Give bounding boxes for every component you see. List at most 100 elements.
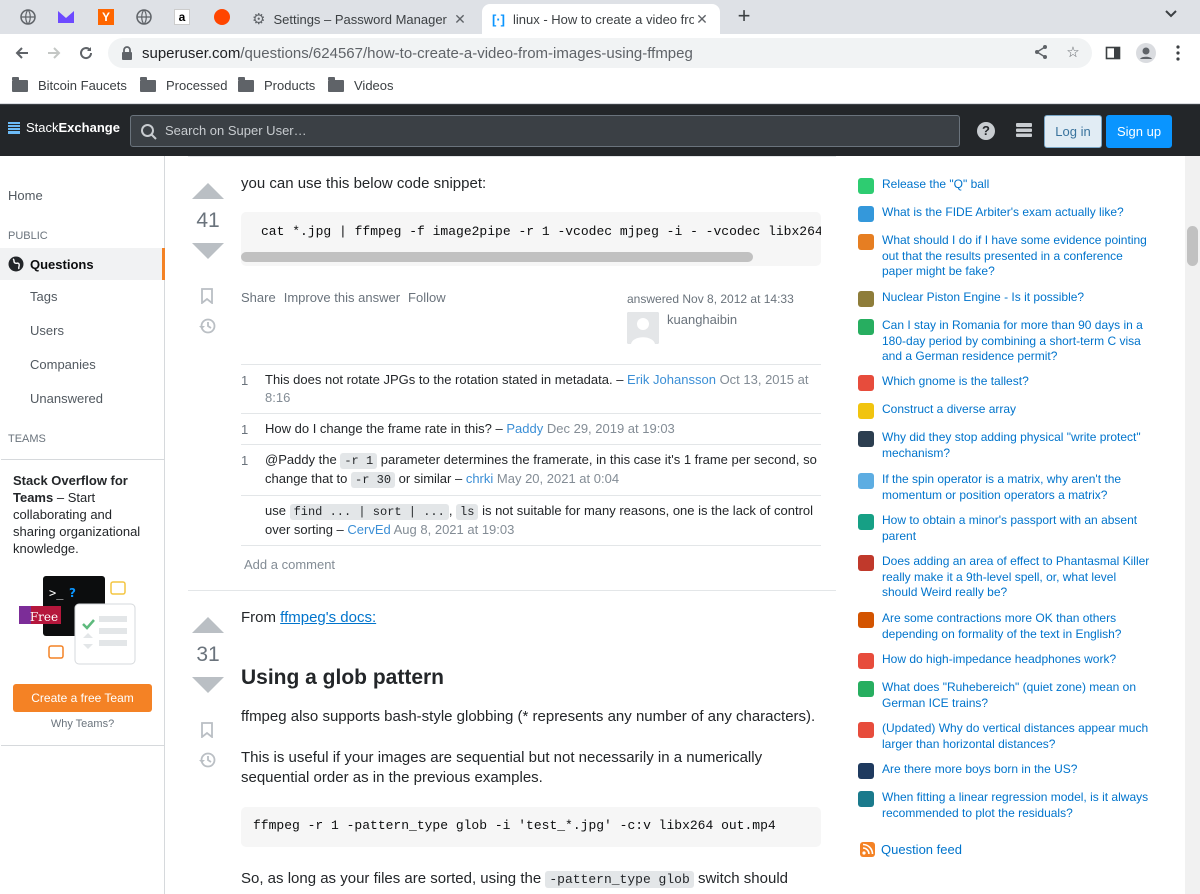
answer-2-code[interactable]: ffmpeg -r 1 -pattern_type glob -i 'test_… <box>241 807 821 847</box>
hot-question-item[interactable]: Does adding an area of effect to Phantas… <box>858 554 1154 601</box>
history-icon[interactable] <box>198 751 216 769</box>
hot-question-item[interactable]: How do high-impedance headphones work? <box>858 652 1154 669</box>
downvote-arrow-icon[interactable] <box>192 677 224 693</box>
nav-unanswered[interactable]: Unanswered <box>30 391 103 406</box>
hot-question-item[interactable]: Can I stay in Romania for more than 90 d… <box>858 318 1154 365</box>
history-icon[interactable] <box>198 317 216 335</box>
globe-icon[interactable] <box>134 7 154 27</box>
hot-question-title[interactable]: When fitting a linear regression model, … <box>882 790 1154 821</box>
stackexchange-logo[interactable]: Stack Exchange <box>8 120 120 135</box>
hot-question-title[interactable]: How do high-impedance headphones work? <box>882 652 1116 669</box>
signup-button[interactable]: Sign up <box>1106 115 1172 148</box>
lock-icon[interactable] <box>120 45 134 61</box>
user-name[interactable]: kuanghaibin <box>667 312 737 327</box>
star-icon[interactable]: ☆ <box>1064 44 1082 62</box>
why-teams-link[interactable]: Why Teams? <box>1 718 164 730</box>
new-tab-button[interactable]: + <box>732 5 756 29</box>
hot-question-item[interactable]: What should I do if I have some evidence… <box>858 233 1154 280</box>
help-icon[interactable]: ? <box>977 122 995 140</box>
comment-user[interactable]: Erik Johansson <box>627 372 716 387</box>
hot-question-item[interactable]: How to obtain a minor's passport with an… <box>858 513 1154 544</box>
bookmark-icon[interactable] <box>201 288 213 304</box>
tab-superuser[interactable]: [·] linux - How to create a video fro ✕ <box>482 4 720 34</box>
nav-home[interactable]: Home <box>8 188 43 203</box>
hot-question-item[interactable]: Release the "Q" ball <box>858 177 1154 194</box>
chevron-down-icon[interactable] <box>1164 8 1178 22</box>
create-team-button[interactable]: Create a free Team <box>13 684 152 712</box>
hot-question-title[interactable]: What should I do if I have some evidence… <box>882 233 1154 280</box>
tab-password-manager[interactable]: ⚙ Settings – Password Manager ✕ <box>242 4 478 34</box>
hot-question-item[interactable]: Are some contractions more OK than other… <box>858 611 1154 642</box>
address-bar[interactable]: superuser.com/questions/624567/how-to-cr… <box>108 38 1092 68</box>
follow-link[interactable]: Follow <box>408 290 446 305</box>
code-scrollbar[interactable] <box>241 252 753 262</box>
ycombinator-icon[interactable]: Y <box>96 7 116 27</box>
hot-question-title[interactable]: Are there more boys born in the US? <box>882 762 1077 779</box>
hot-question-title[interactable]: (Updated) Why do vertical distances appe… <box>882 721 1154 752</box>
comment-date[interactable]: Dec 29, 2019 at 19:03 <box>547 421 675 436</box>
ffmpeg-docs-link[interactable]: ffmpeg's docs: <box>280 609 376 626</box>
bookmark-processed[interactable]: Processed <box>140 76 227 93</box>
hot-question-item[interactable]: Are there more boys born in the US? <box>858 762 1154 779</box>
hot-question-title[interactable]: What is the FIDE Arbiter's exam actually… <box>882 205 1124 222</box>
hot-question-title[interactable]: Release the "Q" ball <box>882 177 989 194</box>
hot-question-title[interactable]: from the Conservative Party? <box>882 156 1037 159</box>
globe-icon[interactable] <box>18 7 38 27</box>
back-arrow-icon[interactable] <box>9 40 35 66</box>
hot-question-item[interactable]: (Updated) Why do vertical distances appe… <box>858 721 1154 752</box>
hot-question-item[interactable]: Why did they stop adding physical "write… <box>858 430 1154 461</box>
hot-question-item[interactable]: What does "Ruhebereich" (quiet zone) mea… <box>858 680 1154 711</box>
close-icon[interactable]: ✕ <box>694 11 710 28</box>
nav-companies[interactable]: Companies <box>30 357 96 372</box>
add-comment-link[interactable]: Add a comment <box>244 557 335 572</box>
bookmark-bitcoin-faucets[interactable]: Bitcoin Faucets <box>12 76 127 93</box>
profile-avatar-icon[interactable] <box>1133 40 1159 66</box>
site-switcher-icon[interactable] <box>1015 122 1033 138</box>
hot-question-item[interactable]: If the spin operator is a matrix, why ar… <box>858 472 1154 503</box>
bookmark-icon[interactable] <box>201 722 213 738</box>
hot-question-title[interactable]: What does "Ruhebereich" (quiet zone) mea… <box>882 680 1154 711</box>
comment-date[interactable]: Aug 8, 2021 at 19:03 <box>394 522 515 537</box>
comment-user[interactable]: chrki <box>466 471 493 486</box>
upvote-arrow-icon[interactable] <box>192 617 224 633</box>
site-search-input[interactable]: Search on Super User… <box>130 115 960 147</box>
nav-questions[interactable]: Questions <box>8 256 94 272</box>
hot-question-title[interactable]: How to obtain a minor's passport with an… <box>882 513 1154 544</box>
scrollbar-thumb[interactable] <box>1187 226 1198 266</box>
amazon-icon[interactable]: a <box>172 7 192 27</box>
close-icon[interactable]: ✕ <box>452 11 468 28</box>
upvote-arrow-icon[interactable] <box>192 183 224 199</box>
page-scrollbar[interactable] <box>1185 156 1200 894</box>
reddit-icon[interactable] <box>212 7 232 27</box>
hot-question-title[interactable]: Are some contractions more OK than other… <box>882 611 1154 642</box>
hot-question-title[interactable]: Nuclear Piston Engine - Is it possible? <box>882 290 1084 307</box>
hot-question-title[interactable]: Does adding an area of effect to Phantas… <box>882 554 1154 601</box>
hot-question-title[interactable]: If the spin operator is a matrix, why ar… <box>882 472 1154 503</box>
share-icon[interactable] <box>1032 44 1050 62</box>
hot-question-item[interactable]: from the Conservative Party? <box>858 156 1154 159</box>
hot-question-item[interactable]: When fitting a linear regression model, … <box>858 790 1154 821</box>
kebab-menu-icon[interactable] <box>1165 40 1191 66</box>
hot-question-item[interactable]: Construct a diverse array <box>858 402 1154 419</box>
avatar[interactable] <box>627 312 659 344</box>
hot-question-title[interactable]: Can I stay in Romania for more than 90 d… <box>882 318 1154 365</box>
nav-tags[interactable]: Tags <box>30 289 57 304</box>
question-feed-link[interactable]: Question feed <box>860 842 962 857</box>
bookmark-videos[interactable]: Videos <box>328 76 394 93</box>
comment-user[interactable]: CervEd <box>347 522 390 537</box>
proton-mail-icon[interactable] <box>56 7 76 27</box>
nav-users[interactable]: Users <box>30 323 64 338</box>
login-button[interactable]: Log in <box>1044 115 1102 148</box>
hot-question-title[interactable]: Construct a diverse array <box>882 402 1016 419</box>
comment-date[interactable]: May 20, 2021 at 0:04 <box>497 471 619 486</box>
bookmark-products[interactable]: Products <box>238 76 315 93</box>
comment-user[interactable]: Paddy <box>506 421 543 436</box>
hot-question-item[interactable]: Which gnome is the tallest? <box>858 374 1154 391</box>
improve-answer-link[interactable]: Improve this answer <box>284 290 400 305</box>
hot-question-item[interactable]: Nuclear Piston Engine - Is it possible? <box>858 290 1154 307</box>
downvote-arrow-icon[interactable] <box>192 243 224 259</box>
hot-question-title[interactable]: Which gnome is the tallest? <box>882 374 1029 391</box>
side-panel-icon[interactable] <box>1100 40 1126 66</box>
hot-question-title[interactable]: Why did they stop adding physical "write… <box>882 430 1154 461</box>
hot-question-item[interactable]: What is the FIDE Arbiter's exam actually… <box>858 205 1154 222</box>
